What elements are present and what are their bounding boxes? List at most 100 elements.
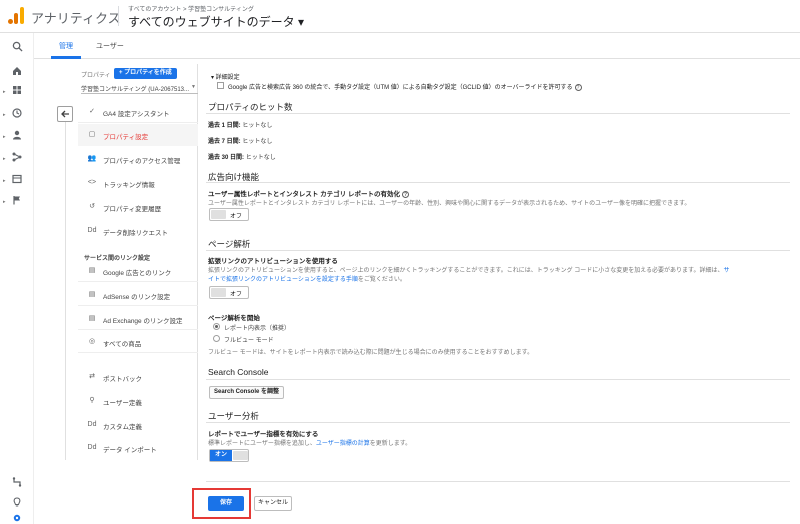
- override-checkbox[interactable]: [217, 82, 224, 89]
- home-icon[interactable]: [10, 66, 24, 80]
- nav-item-label: Google 広告とのリンク: [103, 270, 172, 277]
- nav-item-label: ユーザー定義: [103, 400, 142, 407]
- customization-icon[interactable]: [10, 85, 24, 99]
- demographics-setting-title: ユーザー属性レポートとインタレスト カテゴリ レポートの有効化?: [208, 190, 409, 198]
- enhanced-link-toggle[interactable]: オフ: [209, 286, 249, 299]
- nav-item-label: すべての商品: [103, 341, 142, 348]
- property-label: プロパティ: [81, 73, 111, 79]
- nav-item-label: GA4 設定アシスタント: [103, 111, 170, 118]
- view-selector[interactable]: すべてのウェブサイトのデータ ▾: [128, 13, 304, 30]
- user-metrics-desc: 標準レポートにユーザー指標を追加し、ユーザー指標の計算を更新します。: [208, 441, 412, 447]
- radio-full-view-label[interactable]: フルビュー モード: [224, 335, 274, 344]
- enhanced-link-desc-2: イトで拡張リンクのアトリビューションを設定する手順をご覧ください。: [208, 277, 406, 283]
- audience-icon[interactable]: [10, 130, 24, 144]
- nav-custom-definitions[interactable]: Dd カスタム定義: [78, 414, 198, 436]
- nav-adsense-link[interactable]: ▤ AdSense のリンク設定: [78, 284, 198, 306]
- toggle-state-label: オン: [210, 450, 232, 461]
- realtime-icon[interactable]: [10, 108, 24, 122]
- page-analysis-start-title: ページ解析を開始: [208, 315, 260, 322]
- postback-icon: ⇄: [89, 373, 95, 380]
- enhanced-link-desc: 拡張リンクのアトリビューションを使用すると、ページ上のリンクを細かくトラッキング…: [208, 268, 730, 274]
- save-button[interactable]: 保存: [208, 496, 244, 511]
- nav-data-import[interactable]: Dd データ インポート: [78, 437, 198, 459]
- adjust-search-console-button[interactable]: Search Console を調整: [209, 386, 285, 399]
- nav-item-label: ポストバック: [103, 376, 142, 383]
- section-divider: [206, 182, 790, 183]
- help-link[interactable]: イトで拡張リンクのアトリビューションを設定する手順: [208, 277, 358, 283]
- help-icon[interactable]: ?: [401, 190, 409, 198]
- nav-user-definitions[interactable]: ⚲ ユーザー定義: [78, 390, 198, 412]
- header-divider: [118, 6, 119, 26]
- toggle-knob: [233, 451, 248, 460]
- nav-property-access[interactable]: 👥 プロパティのアクセス管理: [78, 148, 198, 170]
- section-divider: [206, 422, 790, 423]
- conversions-icon[interactable]: [10, 195, 24, 209]
- dd-icon: Dd: [87, 421, 97, 428]
- active-tab-indicator: [51, 56, 81, 59]
- demographics-setting-desc: ユーザー属性レポートとインタレスト カテゴリ レポートには、ユーザーの年齢、性別…: [208, 201, 691, 207]
- nav-property-change-history[interactable]: ↺ プロパティ変更履歴: [78, 196, 198, 218]
- search-icon[interactable]: [10, 41, 24, 55]
- nav-google-ads-link[interactable]: ▤ Google 広告とのリンク: [78, 260, 198, 282]
- admin-icon[interactable]: [10, 513, 24, 524]
- demographics-toggle[interactable]: オフ: [209, 208, 249, 221]
- link-box-icon: ▤: [88, 291, 96, 298]
- nav-property-settings[interactable]: ▢ プロパティ設定: [78, 124, 198, 146]
- expand-caret[interactable]: ▸: [3, 152, 7, 166]
- hits-row-30d: 過去 30 日間: ヒットなし: [208, 155, 276, 161]
- expand-caret[interactable]: ▸: [3, 85, 7, 99]
- nav-ad-exchange-link[interactable]: ▤ Ad Exchange のリンク設定: [78, 308, 198, 330]
- hits-row-7d: 過去 7 日間: ヒットなし: [208, 139, 273, 145]
- back-arrow-button[interactable]: [57, 106, 73, 122]
- link-box-icon: ▤: [88, 315, 96, 322]
- settings-page-icon: ▢: [88, 131, 96, 138]
- create-property-button[interactable]: + プロパティを作成: [114, 68, 177, 79]
- nav-item-label: Ad Exchange のリンク設定: [103, 318, 183, 325]
- tab-users[interactable]: ユーザー: [96, 41, 124, 51]
- section-divider: [206, 250, 790, 251]
- search-console-title: Search Console: [208, 367, 269, 377]
- nav-data-deletion[interactable]: Dd データ削除リクエスト: [78, 220, 198, 242]
- nav-tracking-info[interactable]: <> トラッキング情報: [78, 172, 198, 194]
- expand-caret[interactable]: ▸: [3, 108, 7, 122]
- hits-title: プロパティのヒット数: [208, 102, 293, 112]
- help-link[interactable]: サ: [723, 268, 729, 274]
- nav-item-label: プロパティのアクセス管理: [103, 158, 181, 165]
- nav-postbacks[interactable]: ⇄ ポストバック: [78, 366, 198, 388]
- app-header: アナリティクス すべてのアカウント > 学習塾コンサルティング すべてのウェブサ…: [0, 0, 800, 33]
- toggle-knob: [211, 210, 226, 219]
- advanced-settings-toggle[interactable]: ▾ 詳細設定: [211, 72, 240, 81]
- admin-tabs: 管理 ユーザー: [34, 33, 800, 59]
- breadcrumb[interactable]: すべてのアカウント > 学習塾コンサルティング: [128, 4, 254, 13]
- help-icon[interactable]: ?: [574, 83, 582, 91]
- tab-admin[interactable]: 管理: [59, 41, 73, 51]
- expand-caret[interactable]: ▸: [3, 195, 7, 209]
- check-square-icon: ✓: [89, 108, 95, 115]
- acquisition-icon[interactable]: [10, 152, 24, 166]
- nav-item-label: プロパティ設定: [103, 134, 149, 141]
- attribution-icon[interactable]: [10, 477, 24, 491]
- products-icon: ◎: [88, 338, 96, 345]
- page-analysis-title: ページ解析: [208, 239, 251, 249]
- enhanced-link-title: 拡張リンクのアトリビューションを使用する: [208, 258, 338, 265]
- user-metrics-toggle[interactable]: オン: [209, 449, 249, 462]
- cancel-button[interactable]: キャンセル: [254, 496, 292, 511]
- radio-full-view[interactable]: [213, 335, 220, 342]
- nav-ga4-setup-assistant[interactable]: ✓ GA4 設定アシスタント: [78, 101, 198, 123]
- property-selector-value: 学習塾コンサルティング (UA-2067513...: [81, 87, 189, 93]
- radio-in-report-label[interactable]: レポート内表示（推奨）: [224, 323, 290, 332]
- radio-in-report[interactable]: [213, 323, 220, 330]
- nav-all-products[interactable]: ◎ すべての商品: [78, 331, 198, 353]
- expand-caret[interactable]: ▸: [3, 130, 7, 144]
- behavior-icon[interactable]: [10, 174, 24, 188]
- expand-caret[interactable]: ▸: [3, 174, 7, 188]
- property-selector[interactable]: 学習塾コンサルティング (UA-2067513... ▼: [81, 84, 198, 94]
- nav-item-label: プロパティ変更履歴: [103, 206, 162, 213]
- help-link[interactable]: ユーザー指標の計算: [316, 441, 370, 447]
- dd-icon: Dd: [87, 227, 97, 234]
- discover-icon[interactable]: [10, 497, 24, 511]
- nav-item-label: データ削除リクエスト: [103, 230, 168, 237]
- dd-icon: Dd: [87, 444, 97, 451]
- override-checkbox-label: Google 広告と検索広告 360 の統合で、手動タグ設定（UTM 値）による…: [228, 82, 582, 91]
- analytics-logo[interactable]: [8, 6, 24, 24]
